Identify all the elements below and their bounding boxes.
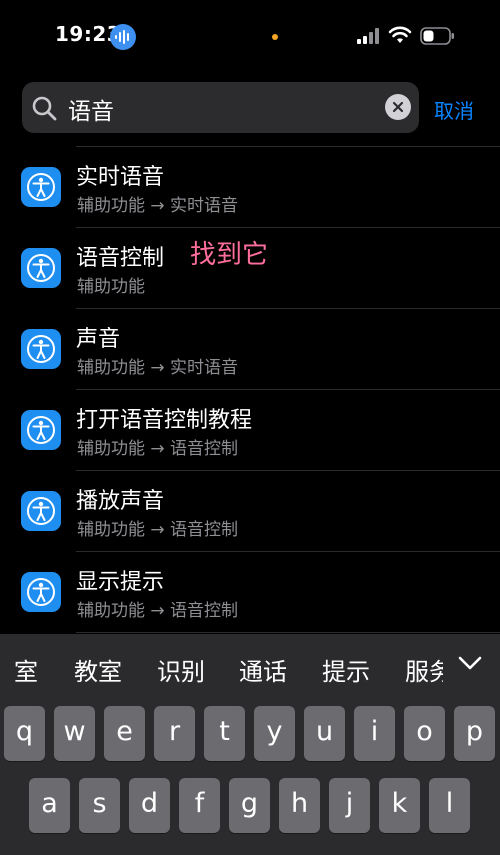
result-title: 语音控制 bbox=[76, 246, 165, 271]
key-f[interactable]: f bbox=[179, 778, 220, 833]
key-label: a bbox=[41, 788, 58, 819]
key-label: e bbox=[116, 716, 133, 747]
accessibility-icon bbox=[21, 491, 61, 531]
cancel-button[interactable]: 取消 bbox=[434, 95, 474, 124]
result-row[interactable]: 实时语音 辅助功能 → 实时语音 bbox=[0, 147, 500, 228]
key-u[interactable]: u bbox=[304, 706, 345, 761]
key-k[interactable]: k bbox=[379, 778, 420, 833]
key-label: t bbox=[219, 716, 230, 747]
result-row[interactable]: 声音 辅助功能 → 实时语音 bbox=[0, 309, 500, 390]
key-label: u bbox=[315, 716, 334, 747]
key-label: k bbox=[391, 788, 408, 819]
candidate-word[interactable]: 提示 bbox=[322, 652, 370, 687]
search-field[interactable]: 语音 bbox=[22, 82, 419, 133]
key-label: p bbox=[465, 716, 484, 747]
result-path: 辅助功能 → 语音控制 bbox=[77, 439, 239, 459]
key-l[interactable]: l bbox=[429, 778, 470, 833]
key-label: f bbox=[194, 788, 205, 819]
key-h[interactable]: h bbox=[279, 778, 320, 833]
battery-icon bbox=[420, 27, 454, 45]
key-label: y bbox=[266, 716, 283, 747]
accessibility-icon bbox=[21, 329, 61, 369]
waveform-icon bbox=[110, 24, 136, 50]
result-path: 辅助功能 → 实时语音 bbox=[77, 358, 239, 378]
cellular-signal-icon bbox=[357, 28, 379, 44]
candidate-word[interactable]: 通话 bbox=[239, 652, 287, 687]
key-label: l bbox=[445, 788, 454, 819]
result-path: 辅助功能 → 实时语音 bbox=[77, 196, 239, 216]
chevron-down-icon[interactable] bbox=[456, 652, 484, 674]
key-g[interactable]: g bbox=[229, 778, 270, 833]
candidate-word[interactable]: 识别 bbox=[157, 652, 205, 687]
result-title: 声音 bbox=[76, 327, 121, 352]
clear-search-button[interactable] bbox=[385, 94, 411, 120]
privacy-indicator-dot bbox=[272, 34, 278, 40]
key-label: w bbox=[63, 716, 86, 747]
key-label: g bbox=[240, 788, 259, 819]
accessibility-icon bbox=[21, 167, 61, 207]
close-icon bbox=[392, 101, 404, 113]
key-o[interactable]: o bbox=[404, 706, 445, 761]
result-title: 显示提示 bbox=[76, 570, 165, 595]
result-row[interactable]: 打开语音控制教程 辅助功能 → 语音控制 bbox=[0, 390, 500, 471]
key-w[interactable]: w bbox=[54, 706, 95, 761]
search-icon bbox=[32, 96, 57, 121]
key-d[interactable]: d bbox=[129, 778, 170, 833]
key-y[interactable]: y bbox=[254, 706, 295, 761]
candidate-word[interactable]: 室 bbox=[14, 652, 38, 687]
key-s[interactable]: s bbox=[79, 778, 120, 833]
status-bar: 19:23 bbox=[0, 0, 500, 70]
search-results-list: 实时语音 辅助功能 → 实时语音 语音控制 找到它 辅助功能 声音 辅助功能 →… bbox=[0, 146, 500, 634]
keyboard: 室 教室 识别 通话 提示 服务 q w e r t y u i o p a s… bbox=[0, 634, 500, 855]
key-label: s bbox=[92, 788, 107, 819]
result-path: 辅助功能 bbox=[77, 277, 145, 297]
result-path: 辅助功能 → 语音控制 bbox=[77, 520, 239, 540]
key-a[interactable]: a bbox=[29, 778, 70, 833]
key-label: d bbox=[140, 788, 159, 819]
result-row[interactable]: 播放声音 辅助功能 → 语音控制 bbox=[0, 471, 500, 552]
result-path: 辅助功能 → 语音控制 bbox=[77, 601, 239, 621]
key-p[interactable]: p bbox=[454, 706, 495, 761]
key-i[interactable]: i bbox=[354, 706, 395, 761]
key-label: q bbox=[15, 716, 34, 747]
candidate-word[interactable]: 服务 bbox=[405, 652, 443, 687]
result-title: 打开语音控制教程 bbox=[76, 408, 253, 433]
key-label: o bbox=[416, 716, 433, 747]
accessibility-icon bbox=[21, 248, 61, 288]
key-q[interactable]: q bbox=[4, 706, 45, 761]
key-label: i bbox=[370, 716, 379, 747]
result-row[interactable]: 显示提示 辅助功能 → 语音控制 bbox=[0, 552, 500, 633]
divider bbox=[76, 632, 500, 633]
key-r[interactable]: r bbox=[154, 706, 195, 761]
accessibility-icon bbox=[21, 572, 61, 612]
wifi-icon bbox=[388, 26, 412, 43]
key-label: h bbox=[290, 788, 309, 819]
key-label: j bbox=[345, 788, 354, 819]
accessibility-icon bbox=[21, 410, 61, 450]
key-e[interactable]: e bbox=[104, 706, 145, 761]
result-title: 实时语音 bbox=[76, 165, 165, 190]
candidate-word[interactable]: 教室 bbox=[74, 652, 122, 687]
key-t[interactable]: t bbox=[204, 706, 245, 761]
result-title: 播放声音 bbox=[76, 489, 165, 514]
candidate-bar: 室 教室 识别 通话 提示 服务 bbox=[0, 634, 500, 702]
key-label: r bbox=[168, 716, 181, 747]
handwritten-annotation: 找到它 bbox=[190, 240, 269, 270]
key-j[interactable]: j bbox=[329, 778, 370, 833]
result-row[interactable]: 语音控制 找到它 辅助功能 bbox=[0, 228, 500, 309]
search-input[interactable]: 语音 bbox=[68, 92, 114, 126]
